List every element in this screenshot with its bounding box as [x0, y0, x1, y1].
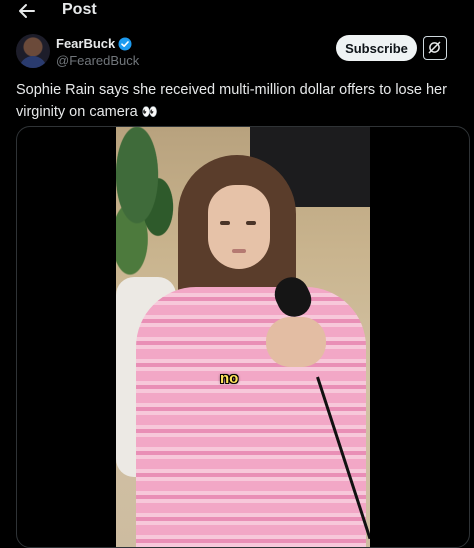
background-plant	[116, 127, 186, 287]
video-caption: no	[220, 370, 239, 387]
page-title: Post	[62, 1, 97, 18]
avatar[interactable]	[16, 34, 50, 68]
eyes-emoji: 👀	[141, 104, 158, 119]
face-eye-right	[246, 221, 256, 225]
top-bar: Post	[0, 0, 474, 24]
face-eye-left	[220, 221, 230, 225]
avatar-figure	[19, 56, 47, 68]
post-media[interactable]: no	[16, 126, 470, 548]
back-arrow-icon[interactable]	[18, 1, 36, 21]
person-face	[208, 185, 270, 269]
author-name-link[interactable]: FearBuck	[56, 36, 132, 51]
verified-badge-icon	[118, 37, 132, 51]
face-lips	[232, 249, 246, 253]
grok-icon[interactable]	[423, 36, 447, 60]
video-frame[interactable]: no	[116, 127, 370, 547]
subscribe-button[interactable]: Subscribe	[336, 35, 417, 61]
author-name: FearBuck	[56, 36, 116, 51]
post-body: Sophie Rain says she received multi-mill…	[16, 82, 447, 120]
person-hands	[266, 317, 326, 367]
post-text: Sophie Rain says she received multi-mill…	[16, 80, 456, 123]
author-handle[interactable]: @FearedBuck	[56, 53, 139, 68]
